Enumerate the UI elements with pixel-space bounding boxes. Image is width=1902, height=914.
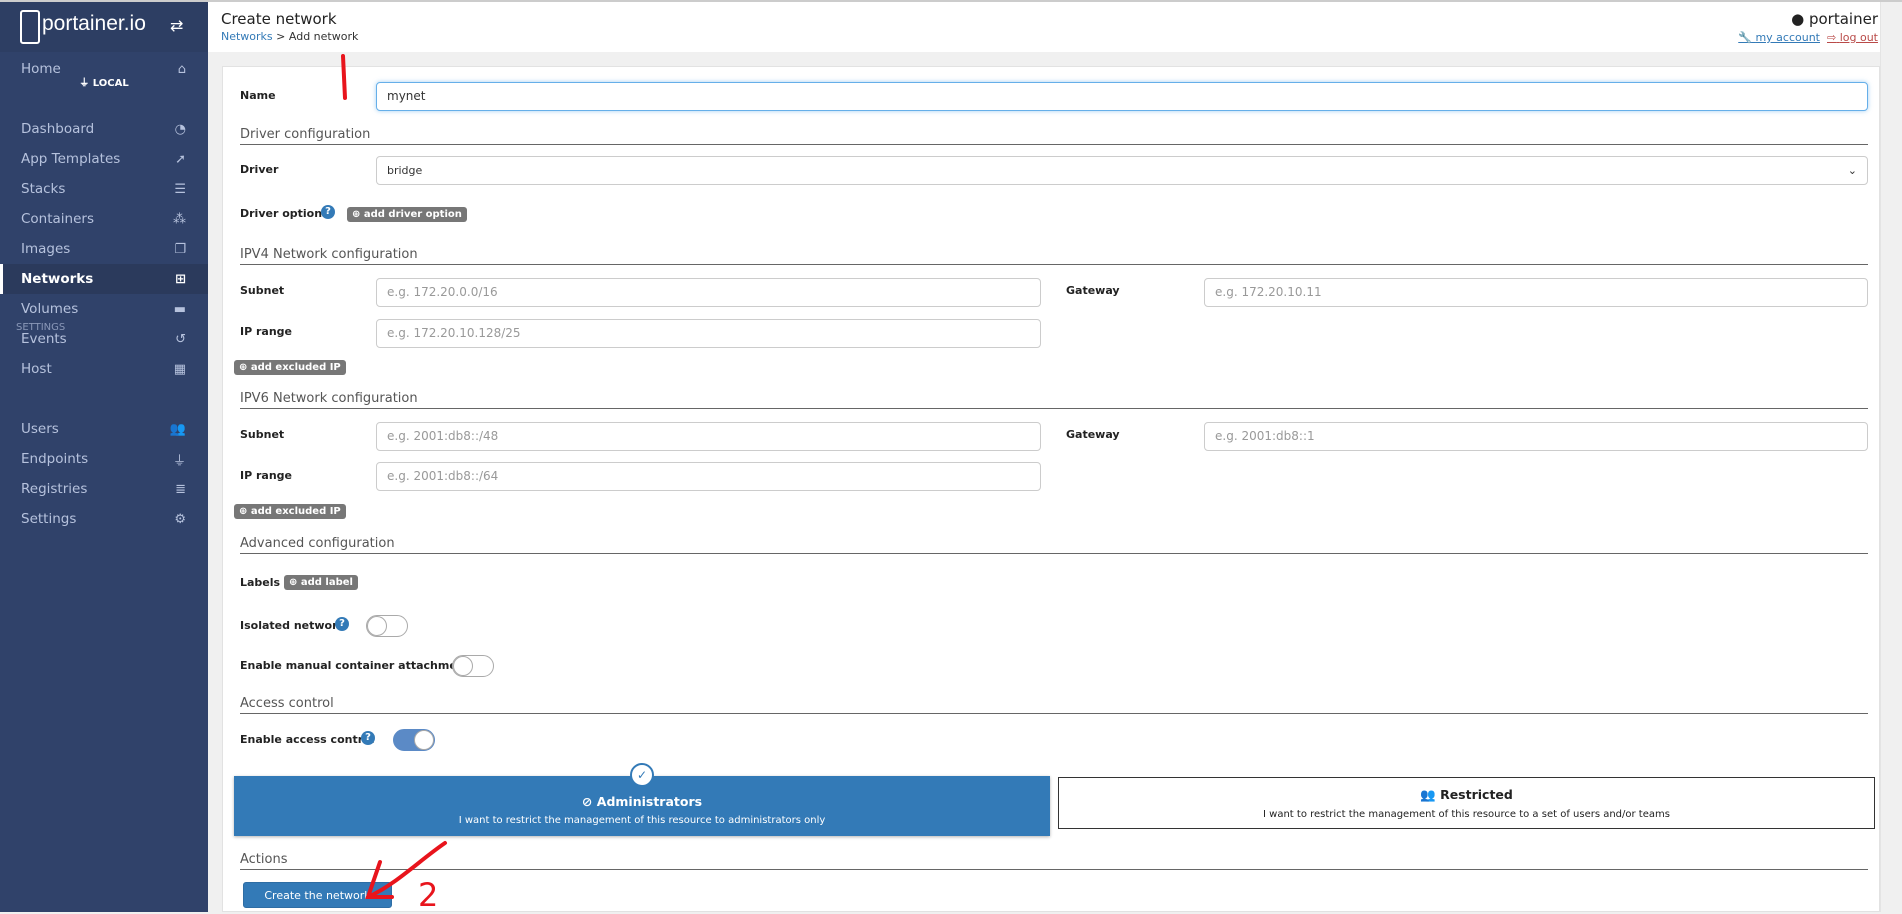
annotation-overlay	[341, 54, 447, 899]
annotation-step-2: 2	[418, 876, 439, 914]
annotation-mark-1	[341, 54, 347, 100]
